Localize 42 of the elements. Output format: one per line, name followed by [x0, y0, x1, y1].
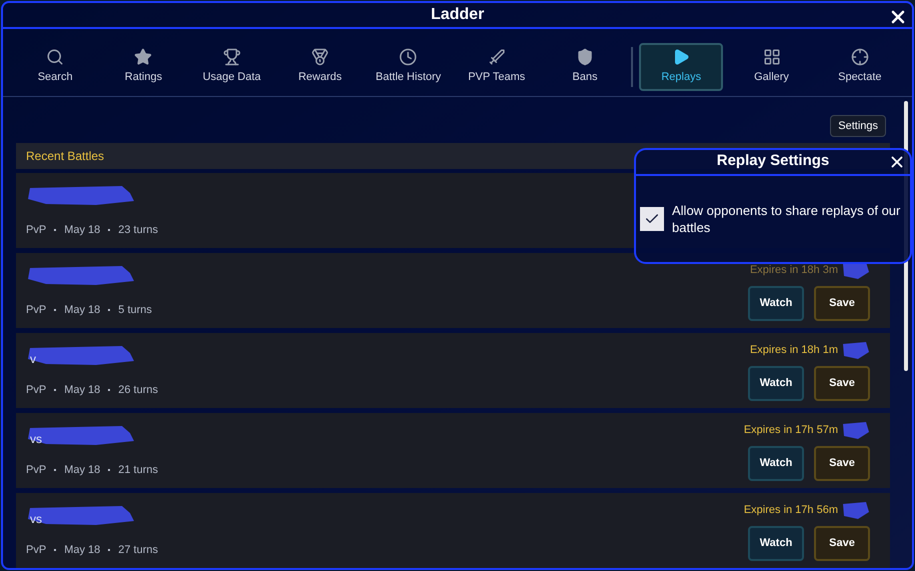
watch-button[interactable]: Watch [748, 286, 804, 321]
expiry-text: Expires in 18h 3m [750, 262, 838, 278]
battle-meta: PvP [26, 462, 46, 478]
section-title: Recent Battles [26, 148, 104, 165]
battle-meta: PvP [26, 222, 46, 238]
tab[interactable]: Search [15, 42, 96, 90]
battle-meta: PvP [26, 302, 46, 318]
watch-button[interactable]: Watch [748, 446, 804, 481]
save-button[interactable]: Save [814, 366, 870, 401]
watch-button[interactable]: Watch [748, 366, 804, 401]
battle-meta: 27 turns [118, 542, 158, 558]
tab[interactable]: Spectate [820, 42, 900, 90]
battle-meta: PvP [26, 542, 46, 558]
checkbox-label: Allow opponents to share replays of our battles [672, 202, 902, 236]
battle-meta: 5 turns [118, 302, 152, 318]
battle-meta: May 18 [64, 542, 100, 558]
tab[interactable]: PVP Teams [456, 42, 537, 90]
battle-meta: 26 turns [118, 382, 158, 398]
battle-meta: 21 turns [118, 462, 158, 478]
tab[interactable]: Bans [544, 42, 626, 90]
battle-meta: PvP [26, 382, 46, 398]
save-button[interactable]: Save [814, 446, 870, 481]
tab[interactable]: Battle History [368, 42, 448, 90]
expiry-text: Expires in 17h 56m [744, 502, 838, 518]
popup-title: Replay Settings [716, 151, 830, 172]
window-title: Ladder [430, 5, 484, 25]
battle-meta: May 18 [64, 302, 100, 318]
battle-meta: May 18 [64, 222, 100, 238]
save-button[interactable]: Save [814, 526, 870, 561]
battle-meta: May 18 [64, 382, 100, 398]
tab[interactable]: Rewards [280, 42, 360, 90]
tab[interactable]: Gallery [731, 42, 812, 90]
settings-button[interactable]: Settings [830, 114, 886, 137]
expiry-text: Expires in 18h 1m [750, 342, 838, 358]
battle-meta: May 18 [64, 462, 100, 478]
tab[interactable]: Ratings [103, 42, 184, 90]
save-button[interactable]: Save [814, 286, 870, 321]
tab[interactable]: Replays [639, 42, 724, 90]
tab[interactable]: Usage Data [192, 42, 272, 90]
watch-button[interactable]: Watch [748, 526, 804, 561]
expiry-text: Expires in 17h 57m [744, 422, 838, 438]
battle-meta: 23 turns [118, 222, 158, 238]
